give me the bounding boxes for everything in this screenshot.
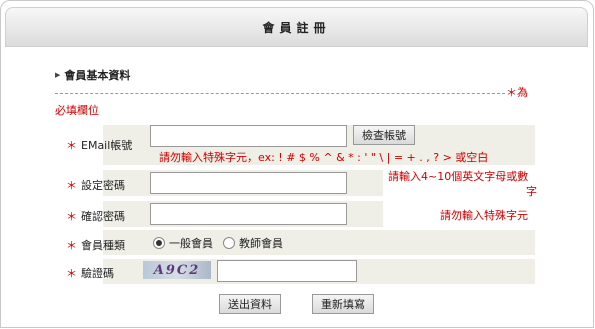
email-input[interactable] xyxy=(150,125,347,147)
member-type-radio-group: 一般會員 教師會員 xyxy=(153,235,283,251)
confirm-hint: 請勿輸入特殊字元 xyxy=(440,209,528,222)
password-hint-cont: 字 xyxy=(526,185,537,198)
radio-general-member-label: 一般會員 xyxy=(169,237,213,250)
email-label: ＊ EMail帳號 xyxy=(66,139,133,152)
required-star-icon: ＊ xyxy=(66,179,77,192)
required-star-icon: ＊ xyxy=(66,267,77,280)
page-header: 會員註冊 xyxy=(5,7,588,47)
captcha-image: A9C2 xyxy=(143,261,211,279)
radio-teacher-member-label: 教師會員 xyxy=(239,237,283,250)
arrow-right-icon: ▶ xyxy=(55,71,61,79)
captcha-label: ＊ 驗證碼 xyxy=(66,267,114,280)
password-label: ＊ 設定密碼 xyxy=(66,179,125,192)
password-input[interactable] xyxy=(150,172,347,194)
required-star-icon: ＊ xyxy=(66,239,77,252)
section-title-text: 會員基本資料 xyxy=(64,69,131,82)
confirm-password-input[interactable] xyxy=(150,203,347,225)
submit-button[interactable]: 送出資料 xyxy=(219,294,281,314)
radio-teacher-member[interactable] xyxy=(223,237,235,249)
reset-button[interactable]: 重新填寫 xyxy=(312,294,374,314)
required-note: ＊為 xyxy=(506,86,528,99)
radio-general-member[interactable] xyxy=(153,237,165,249)
required-star-icon: ＊ xyxy=(66,139,77,152)
required-star-icon: ＊ xyxy=(66,210,77,223)
password-hint: 請輸入4~10個英文字母或數 xyxy=(388,170,529,183)
section-divider xyxy=(55,93,505,94)
member-type-label: ＊ 會員種類 xyxy=(66,239,125,252)
check-account-button[interactable]: 檢查帳號 xyxy=(353,125,415,145)
email-hint: 請勿輸入特殊字元，ex: ! # $ % ^ & * : ' " \ | = +… xyxy=(159,151,489,164)
required-note-cont: 必填欄位 xyxy=(55,104,99,117)
section-title: ▶ 會員基本資料 xyxy=(55,67,130,83)
captcha-input[interactable] xyxy=(217,260,357,282)
page-title: 會員註冊 xyxy=(262,20,331,35)
confirm-password-label: ＊ 確認密碼 xyxy=(66,210,125,223)
